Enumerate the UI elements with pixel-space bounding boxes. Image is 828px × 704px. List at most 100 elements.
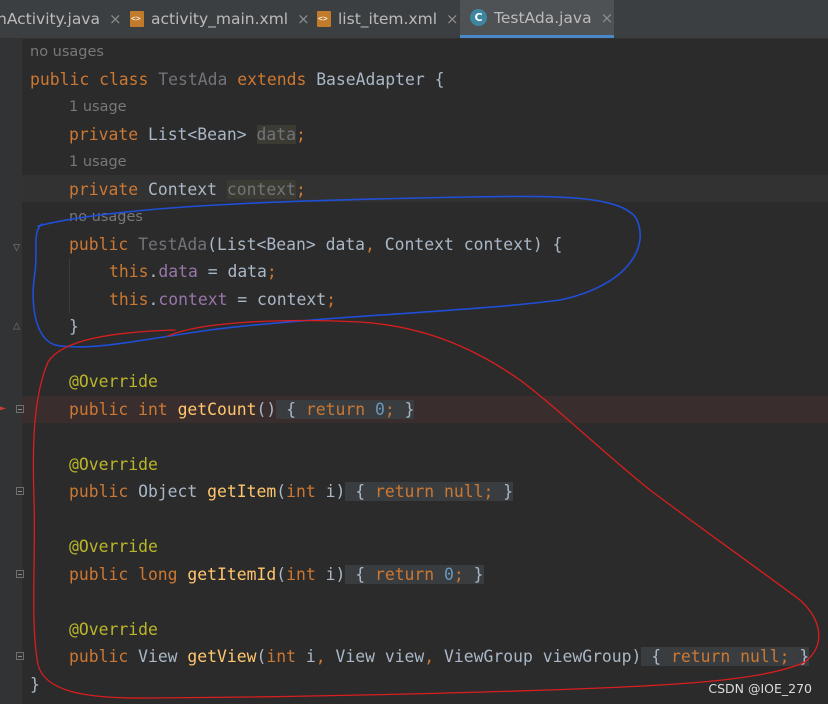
type: Object [138, 482, 208, 501]
method-name: getItemId [187, 565, 277, 584]
xml-file-icon [130, 11, 144, 27]
xml-file-icon [317, 11, 331, 27]
params: i) [325, 565, 346, 584]
comma: , [315, 647, 336, 666]
superclass-name: BaseAdapter [316, 70, 425, 89]
keyword: this [109, 290, 149, 309]
semicolon: ; [779, 647, 800, 666]
fold-expand-icon[interactable] [16, 405, 24, 413]
code-line-field-context[interactable]: private Context context; [69, 176, 828, 203]
keyword: return null [671, 647, 780, 666]
param: View view [335, 647, 425, 666]
folded-body[interactable]: { return 0; } [276, 400, 415, 419]
usage-hint[interactable]: 1 usage [69, 152, 127, 172]
code-line-field-data[interactable]: private List<Bean> data; [69, 121, 828, 148]
code-line-getitem[interactable]: public Object getItem(int i) { return nu… [69, 478, 828, 505]
params: i) [325, 482, 346, 501]
brace: } [503, 482, 514, 501]
constructor-name: TestAda [138, 235, 208, 254]
code-line-constructor[interactable]: public TestAda(List<Bean> data, Context … [69, 231, 828, 258]
comma: , [365, 235, 385, 254]
method-name: getCount [177, 400, 257, 419]
fold-start-icon[interactable]: ▽ [13, 240, 20, 254]
brace: } [799, 647, 810, 666]
close-icon[interactable]: × [109, 10, 122, 28]
brace: { [424, 70, 445, 89]
keyword: this [109, 262, 149, 281]
close-icon[interactable]: × [446, 10, 459, 28]
class-file-icon: C [470, 9, 487, 26]
semicolon: ; [384, 400, 405, 419]
annotation-override[interactable]: @Override [69, 533, 828, 560]
brace: } [404, 400, 415, 419]
keyword: public [69, 235, 139, 254]
type: List<Bean> [147, 125, 257, 144]
code-line-getview[interactable]: public View getView(int i, View view, Vi… [69, 643, 828, 670]
number: 0 [374, 400, 385, 419]
folded-body[interactable]: { return 0; } [345, 565, 484, 584]
tab-list-item-xml[interactable]: list_item.xml × [317, 0, 459, 38]
comma: , [424, 647, 445, 666]
field-name: data [158, 262, 198, 281]
keyword: return [374, 565, 445, 584]
usage-hint[interactable]: 1 usage [69, 97, 127, 117]
tab-label: list_item.xml [338, 10, 438, 28]
fold-end-icon[interactable]: △ [13, 318, 20, 332]
code-line-getcount[interactable]: public int getCount() { return 0; } [69, 396, 828, 423]
paren: ( [276, 565, 287, 584]
dot: . [148, 290, 159, 309]
paren: ( [276, 482, 287, 501]
code-line-close-brace[interactable]: } [69, 313, 828, 340]
tab-activity-main-xml[interactable]: activity_main.xml × [130, 0, 310, 38]
keyword: public class [30, 70, 159, 89]
semicolon: ; [483, 482, 504, 501]
type: Context [147, 180, 227, 199]
keyword: private [69, 180, 148, 199]
field-name: data [256, 125, 296, 144]
breakpoint-marker-icon[interactable]: ► [0, 403, 6, 414]
dot: . [148, 262, 159, 281]
code-line-assign-context[interactable]: this.context = context; [109, 286, 828, 313]
keyword: public long [69, 565, 188, 584]
close-icon[interactable]: × [601, 9, 614, 27]
fold-expand-icon[interactable] [16, 570, 24, 578]
brace: { [345, 565, 375, 584]
code-line-assign-data[interactable]: this.data = data; [109, 258, 828, 285]
keyword: return [305, 400, 375, 419]
semicolon: ; [326, 290, 336, 309]
editor-tab-bar: nActivity.java × activity_main.xml × lis… [0, 0, 828, 39]
fold-expand-icon[interactable] [16, 487, 24, 495]
brace: { [345, 482, 375, 501]
semicolon: ; [453, 565, 474, 584]
brace: { [641, 647, 672, 666]
keyword: int [286, 482, 326, 501]
annotation-override[interactable]: @Override [69, 451, 828, 478]
code-line-class-decl[interactable]: public class TestAda extends BaseAdapter… [30, 66, 828, 93]
brace: { [276, 400, 306, 419]
annotation-override[interactable]: @Override [69, 368, 828, 395]
close-icon[interactable]: × [297, 10, 310, 28]
field-name: context [158, 290, 228, 309]
keyword: int [266, 647, 306, 666]
class-name: TestAda [158, 70, 228, 89]
annotation-override[interactable]: @Override [69, 616, 828, 643]
usage-hint[interactable]: no usages [30, 42, 104, 62]
fold-expand-icon[interactable] [16, 652, 24, 660]
tab-testada-java[interactable]: C TestAda.java × [460, 0, 614, 38]
tab-main-activity[interactable]: nActivity.java × [0, 0, 122, 38]
folded-body[interactable]: { return null; } [345, 482, 514, 501]
paren: ( [256, 647, 267, 666]
indent-guide [69, 258, 70, 314]
assignment: = context [227, 290, 327, 309]
editor-gutter [0, 39, 22, 704]
folded-body[interactable]: { return null; } [641, 647, 810, 666]
keyword: public int [69, 400, 178, 419]
keyword: private [69, 125, 148, 144]
code-line-getitemid[interactable]: public long getItemId(int i) { return 0;… [69, 561, 828, 588]
watermark: CSDN @IOE_270 [708, 681, 812, 696]
params: () [256, 400, 277, 419]
usage-hint[interactable]: no usages [69, 207, 143, 227]
field-name: context [226, 180, 296, 199]
keyword: int [286, 565, 326, 584]
semicolon: ; [296, 125, 306, 144]
